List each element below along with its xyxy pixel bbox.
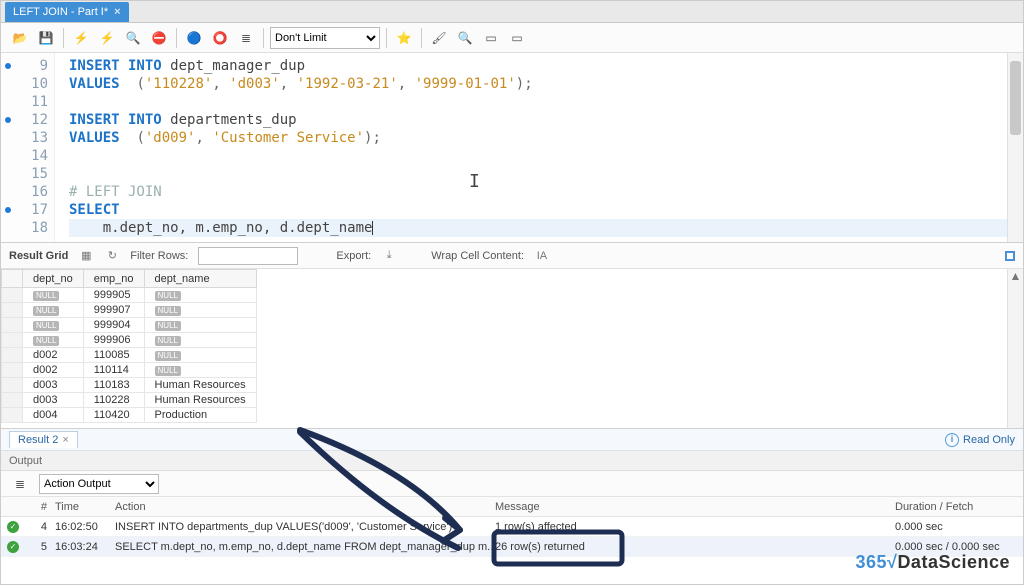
col-num: # [27,501,55,513]
list-icon: ≣ [241,31,251,45]
box-icon: ▭ [511,31,522,45]
col-action: Action [115,501,495,513]
separator [63,28,64,48]
separator [263,28,264,48]
explain-button[interactable]: 🔍 [122,27,144,49]
separator [176,28,177,48]
grid-icon[interactable]: ▦ [78,248,94,264]
export-label: Export: [336,250,371,262]
output-columns: # Time Action Message Duration / Fetch [1,497,1023,517]
output-row[interactable]: ✓416:02:50INSERT INTO departments_dup VA… [1,517,1023,537]
editor-scrollbar[interactable] [1007,53,1023,242]
sql-editor[interactable]: 9101112131415161718 INSERT INTO dept_man… [1,53,1023,243]
output-title: Output [9,455,42,467]
x-circle-icon: ⭕ [213,31,228,45]
search-icon: 🔍 [458,31,473,45]
sql-ide-window: LEFT JOIN - Part I* × 📂 💾 ⚡ ⚡ 🔍 ⛔ 🔵 ⭕ ≣ … [0,0,1024,585]
filter-input[interactable] [198,247,298,265]
beautify-button[interactable]: 🖌 [428,27,450,49]
star-icon: ⭐ [397,31,412,45]
save-file-button[interactable]: 💾 [35,27,57,49]
status-ok-icon: ✓ [7,541,19,553]
result-pane-toggle[interactable] [1005,251,1015,261]
grid-scrollbar[interactable]: ▲ [1007,269,1023,428]
favorite-button[interactable]: ⭐ [393,27,415,49]
lightning-icon: ⚡ [74,31,89,45]
filter-label: Filter Rows: [130,250,188,262]
result-grid-area: dept_noemp_nodept_nameNULL999905NULLNULL… [1,269,1023,429]
output-type-select[interactable]: Action Output [39,474,159,494]
magnify-icon: 🔍 [126,31,141,45]
open-icon: 📂 [13,31,28,45]
open-file-button[interactable]: 📂 [9,27,31,49]
col-time: Time [55,501,115,513]
result-grid[interactable]: dept_noemp_nodept_nameNULL999905NULLNULL… [1,269,1007,428]
tab-left-join[interactable]: LEFT JOIN - Part I* × [5,2,129,22]
scroll-up-icon[interactable]: ▲ [1008,269,1023,283]
col-dur: Duration / Fetch [895,501,1023,513]
execute-current-button[interactable]: ⚡ [96,27,118,49]
code-area[interactable]: INSERT INTO dept_manager_dupVALUES ('110… [55,53,1007,242]
row-limit-select[interactable]: Don't Limit [270,27,380,49]
brush-icon: 🖌 [431,31,446,45]
execute-button[interactable]: ⚡ [70,27,92,49]
wrap-label: Wrap Cell Content: [431,250,524,262]
result-tab-label: Result 2 [18,434,58,446]
rollback-button[interactable]: ⭕ [209,27,231,49]
watermark: 365√DataScience [856,552,1011,573]
col-msg: Message [495,501,895,513]
box-icon: ▭ [485,31,496,45]
line-gutter: 9101112131415161718 [1,53,55,242]
result-grid-label: Result Grid [9,250,68,262]
close-icon[interactable]: × [114,6,120,18]
list-icon: ≣ [15,477,25,491]
toggle-2-button[interactable]: ▭ [506,27,528,49]
toggle-1-button[interactable]: ▭ [480,27,502,49]
autocommit-button[interactable]: ≣ [235,27,257,49]
tab-title: LEFT JOIN - Part I* [13,6,108,18]
document-tabstrip: LEFT JOIN - Part I* × [1,1,1023,23]
editor-toolbar: 📂 💾 ⚡ ⚡ 🔍 ⛔ 🔵 ⭕ ≣ Don't Limit ⭐ 🖌 🔍 ▭ ▭ [1,23,1023,53]
output-toolbar: ≣ Action Output [1,471,1023,497]
close-icon[interactable]: × [62,434,68,446]
stop-icon: ⛔ [152,31,167,45]
scrollbar-thumb[interactable] [1010,61,1021,135]
result-toolbar: Result Grid ▦ ↻ Filter Rows: Export: ⤓ W… [1,243,1023,269]
find-button[interactable]: 🔍 [454,27,476,49]
readonly-indicator: i Read Only [945,433,1015,447]
output-rows: ✓416:02:50INSERT INTO departments_dup VA… [1,517,1023,557]
stop-button[interactable]: ⛔ [148,27,170,49]
export-icon[interactable]: ⤓ [381,248,397,264]
result-tab[interactable]: Result 2 × [9,431,78,448]
status-ok-icon: ✓ [7,521,19,533]
save-icon: 💾 [39,31,54,45]
wrap-icon[interactable]: IA [534,248,550,264]
output-header: Output [1,451,1023,471]
readonly-label: Read Only [963,434,1015,446]
result-tab-row: Result 2 × i Read Only [1,429,1023,451]
check-icon: 🔵 [187,31,202,45]
commit-button[interactable]: 🔵 [183,27,205,49]
separator [421,28,422,48]
info-icon: i [945,433,959,447]
output-list-button[interactable]: ≣ [9,473,31,495]
refresh-icon[interactable]: ↻ [104,248,120,264]
lightning-icon: ⚡ [100,31,115,45]
separator [386,28,387,48]
